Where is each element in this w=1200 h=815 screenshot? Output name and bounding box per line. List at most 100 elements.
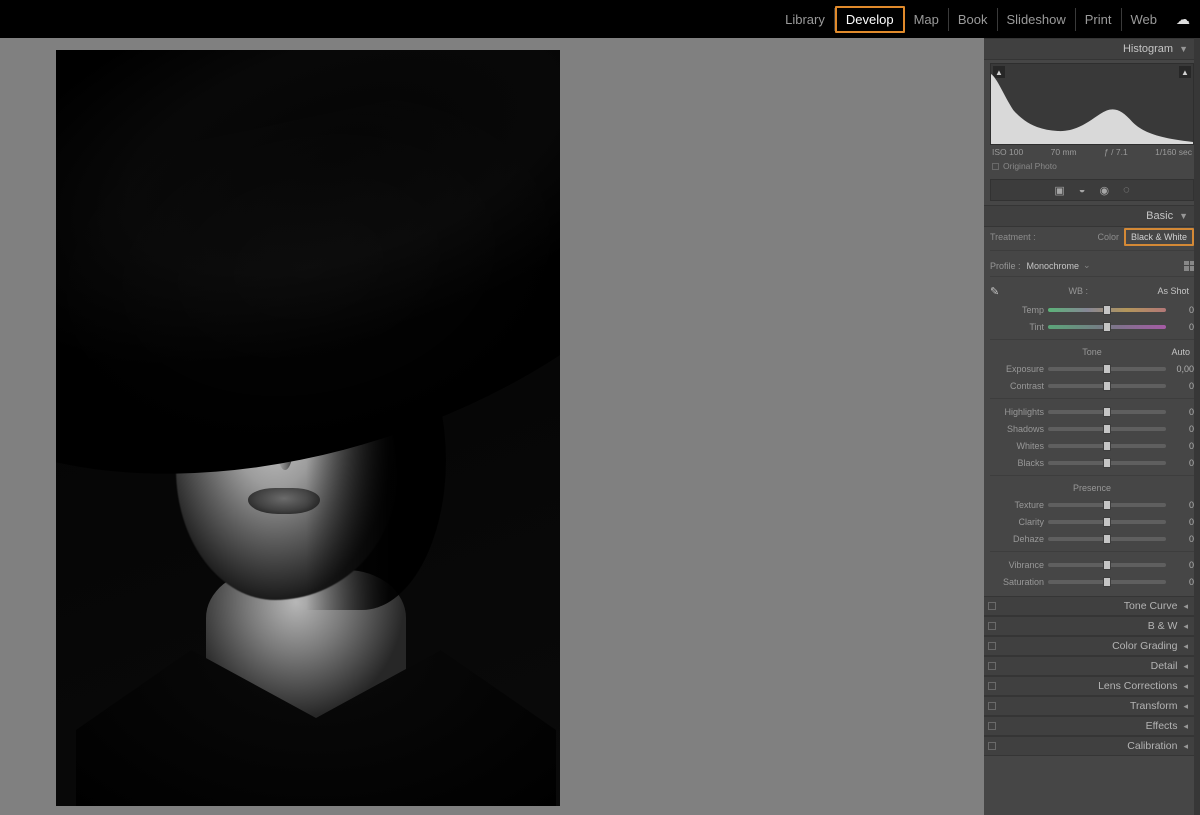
module-tab-print[interactable]: Print [1076,8,1122,31]
slider-row-blacks: Blacks 0 [990,454,1194,471]
module-tab-slideshow[interactable]: Slideshow [998,8,1076,31]
module-tab-web[interactable]: Web [1122,8,1167,31]
panel-switch-icon[interactable] [988,602,996,610]
panel-header-histogram-label: Histogram [1123,43,1173,55]
panel-label-transform: Transform [1130,700,1177,712]
slider-tint[interactable] [1048,325,1166,329]
panel-label-detail: Detail [1151,660,1178,672]
slider-saturation[interactable] [1048,580,1166,584]
slider-value-tint[interactable]: 0 [1166,322,1194,332]
treatment-option-color[interactable]: Color [1092,230,1124,244]
slider-thumb-vibrance[interactable] [1103,560,1111,570]
panel-header-histogram[interactable]: Histogram ▼ [984,38,1200,60]
slider-exposure[interactable] [1048,367,1166,371]
module-tab-map[interactable]: Map [905,8,949,31]
slider-thumb-exposure[interactable] [1103,364,1111,374]
slider-contrast[interactable] [1048,384,1166,388]
slider-value-dehaze[interactable]: 0 [1166,534,1194,544]
slider-clarity[interactable] [1048,520,1166,524]
panel-switch-icon[interactable] [988,682,996,690]
photo-preview[interactable] [56,50,560,806]
panel-header-color-grading[interactable]: Color Grading ◂ [984,636,1200,656]
slider-value-texture[interactable]: 0 [1166,500,1194,510]
redeye-tool-icon[interactable]: ◉ [1099,184,1109,197]
canvas-area [0,38,984,815]
panel-header-lens[interactable]: Lens Corrections ◂ [984,676,1200,696]
profile-row[interactable]: Profile : Monochrome ⌄ [990,255,1194,277]
slider-value-highlights[interactable]: 0 [1166,407,1194,417]
slider-vibrance[interactable] [1048,563,1166,567]
panel-label-lens: Lens Corrections [1098,680,1177,692]
slider-value-shadows[interactable]: 0 [1166,424,1194,434]
slider-thumb-temp[interactable] [1103,305,1111,315]
slider-row-exposure: Exposure 0,00 [990,360,1194,377]
histogram-original-row[interactable]: Original Photo [984,157,1200,175]
histogram-graph[interactable]: ▲ ▲ [990,63,1194,145]
module-tab-book[interactable]: Book [949,8,998,31]
cloud-sync-icon[interactable]: ☁ [1176,11,1190,28]
panel-switch-icon[interactable] [988,702,996,710]
slider-thumb-whites[interactable] [1103,441,1111,451]
slider-label-blacks: Blacks [990,458,1048,468]
right-panel-scrollbar[interactable] [1194,38,1200,815]
slider-dehaze[interactable] [1048,537,1166,541]
slider-row-whites: Whites 0 [990,437,1194,454]
module-tab-library[interactable]: Library [776,8,835,31]
crop-tool-icon[interactable]: ▣ [1054,184,1064,197]
slider-texture[interactable] [1048,503,1166,507]
slider-value-temp[interactable]: 0 [1166,305,1194,315]
tone-group-label: Tone [1082,347,1102,357]
treatment-option-bw[interactable]: Black & White [1124,228,1194,246]
slider-blacks[interactable] [1048,461,1166,465]
slider-thumb-shadows[interactable] [1103,424,1111,434]
slider-thumb-clarity[interactable] [1103,517,1111,527]
wb-preset-dropdown[interactable]: As Shot [1152,285,1194,297]
mask-tool-icon[interactable]: ◌ [1123,184,1130,196]
slider-thumb-contrast[interactable] [1103,381,1111,391]
slider-thumb-highlights[interactable] [1103,407,1111,417]
panel-header-bw[interactable]: B & W ◂ [984,616,1200,636]
slider-value-blacks[interactable]: 0 [1166,458,1194,468]
slider-value-clarity[interactable]: 0 [1166,517,1194,527]
slider-thumb-blacks[interactable] [1103,458,1111,468]
panel-switch-icon[interactable] [988,622,996,630]
panel-header-effects[interactable]: Effects ◂ [984,716,1200,736]
panel-header-tone-curve[interactable]: Tone Curve ◂ [984,596,1200,616]
panel-label-tone-curve: Tone Curve [1124,600,1178,612]
slider-value-vibrance[interactable]: 0 [1166,560,1194,570]
slider-value-whites[interactable]: 0 [1166,441,1194,451]
wb-dropper-icon[interactable]: ✎ [990,285,1004,298]
tone-auto-button[interactable]: Auto [1167,344,1194,360]
slider-row-highlights: Highlights 0 [990,403,1194,420]
slider-label-clarity: Clarity [990,517,1048,527]
profile-browser-icon[interactable] [1184,261,1194,271]
panel-header-calibration[interactable]: Calibration ◂ [984,736,1200,756]
panel-label-calibration: Calibration [1127,740,1177,752]
panel-switch-icon[interactable] [988,662,996,670]
chevron-left-icon: ◂ [1183,601,1188,612]
slider-thumb-dehaze[interactable] [1103,534,1111,544]
chevron-down-icon: ▼ [1179,211,1188,221]
panel-header-detail[interactable]: Detail ◂ [984,656,1200,676]
module-tab-develop[interactable]: Develop [835,6,905,33]
slider-value-contrast[interactable]: 0 [1166,381,1194,391]
slider-thumb-saturation[interactable] [1103,577,1111,587]
slider-shadows[interactable] [1048,427,1166,431]
slider-value-saturation[interactable]: 0 [1166,577,1194,587]
panel-switch-icon[interactable] [988,722,996,730]
panel-switch-icon[interactable] [988,742,996,750]
slider-temp[interactable] [1048,308,1166,312]
slider-thumb-tint[interactable] [1103,322,1111,332]
slider-highlights[interactable] [1048,410,1166,414]
panel-header-basic[interactable]: Basic ▼ [984,205,1200,227]
profile-dropdown-icon[interactable]: ⌄ [1083,260,1091,271]
slider-whites[interactable] [1048,444,1166,448]
panel-header-transform[interactable]: Transform ◂ [984,696,1200,716]
slider-value-exposure[interactable]: 0,00 [1166,364,1194,374]
panel-switch-icon[interactable] [988,642,996,650]
slider-thumb-texture[interactable] [1103,500,1111,510]
module-tabs: Library Develop Map Book Slideshow Print… [776,6,1166,33]
spot-tool-icon[interactable]: ◒ [1079,184,1086,196]
local-adjust-toolstrip: ▣ ◒ ◉ ◌ [990,179,1194,201]
original-photo-checkbox-icon[interactable] [992,163,999,170]
